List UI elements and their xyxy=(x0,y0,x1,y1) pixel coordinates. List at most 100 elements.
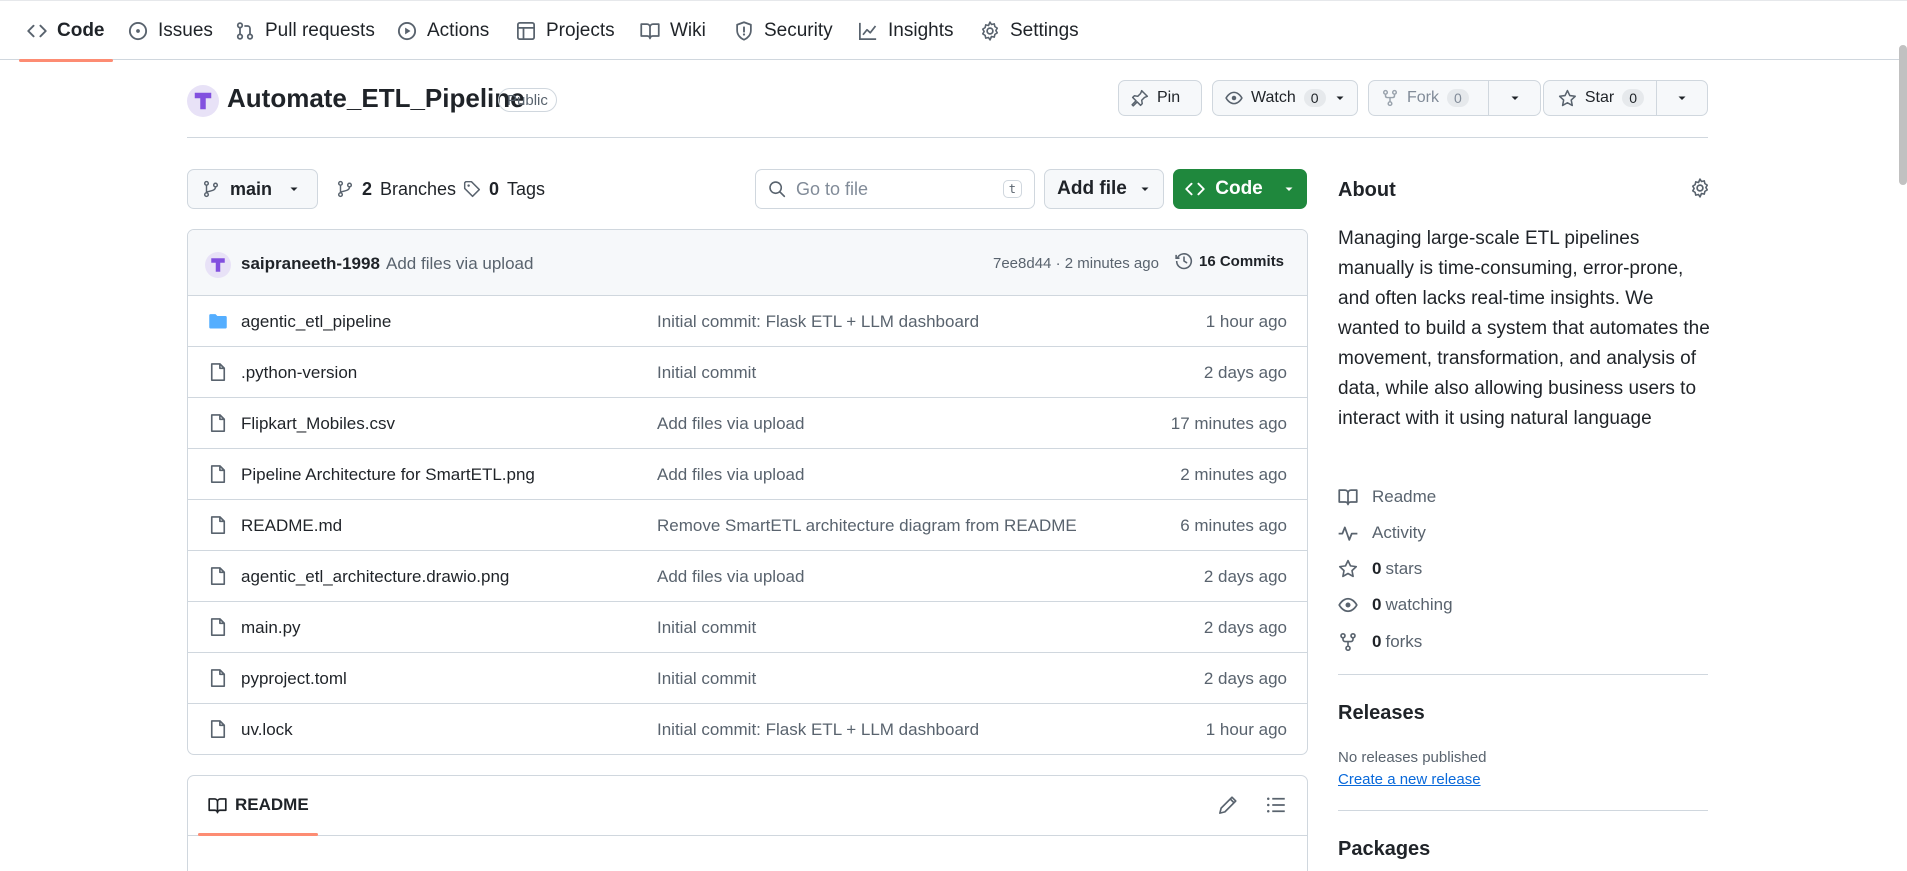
commit-author[interactable]: saipraneeth-1998 xyxy=(241,254,380,274)
forks-label: forks xyxy=(1385,632,1423,651)
tags-label: Tags xyxy=(507,178,546,199)
no-releases-text: No releases published xyxy=(1338,749,1487,766)
tab-security[interactable]: Security xyxy=(734,1,833,61)
file-commit-message[interactable]: Initial commit xyxy=(657,618,756,638)
file-name[interactable]: agentic_etl_architecture.drawio.png xyxy=(241,567,509,587)
fork-dropdown[interactable] xyxy=(1488,81,1540,115)
tab-label: Projects xyxy=(546,20,615,41)
file-name[interactable]: uv.lock xyxy=(241,720,293,740)
commit-sha-time[interactable]: 7ee8d44 · 2 minutes ago xyxy=(993,255,1159,272)
file-row: Pipeline Architecture for SmartETL.png Ad… xyxy=(188,449,1307,500)
code-label: Code xyxy=(1215,178,1263,199)
star-icon xyxy=(1338,559,1358,578)
play-icon xyxy=(397,21,417,41)
file-commit-message[interactable]: Initial commit: Flask ETL + LLM dashboar… xyxy=(657,312,979,332)
file-commit-message[interactable]: Add files via upload xyxy=(657,414,804,434)
fork-button[interactable]: Fork 0 xyxy=(1368,80,1541,116)
readme-tab-underline xyxy=(198,833,318,836)
file-row: agentic_etl_architecture.drawio.png Add f… xyxy=(188,551,1307,602)
tab-label: Wiki xyxy=(670,20,706,41)
file-commit-time: 6 minutes ago xyxy=(1180,516,1287,535)
forks-link[interactable]: 0 forks xyxy=(1338,632,1422,652)
author-avatar[interactable] xyxy=(205,252,231,278)
commits-label: 16 Commits xyxy=(1199,252,1285,270)
tab-label: Code xyxy=(57,20,105,41)
gear-icon[interactable] xyxy=(1690,178,1710,198)
chevron-down-icon xyxy=(1511,96,1519,100)
tab-insights[interactable]: Insights xyxy=(858,1,953,61)
list-icon[interactable] xyxy=(1266,795,1286,815)
forks-count: 0 xyxy=(1372,632,1382,651)
pencil-icon[interactable] xyxy=(1218,795,1238,815)
file-commit-message[interactable]: Remove SmartETL architecture diagram fro… xyxy=(657,516,1077,536)
releases-title[interactable]: Releases xyxy=(1338,702,1425,725)
file-commit-time: 1 hour ago xyxy=(1205,720,1287,739)
tab-projects[interactable]: Projects xyxy=(516,1,615,61)
activity-link[interactable]: Activity xyxy=(1338,523,1426,543)
pin-label: Pin xyxy=(1157,89,1181,106)
file-icon xyxy=(210,465,226,483)
file-commit-message[interactable]: Add files via upload xyxy=(657,465,804,485)
file-icon xyxy=(210,363,226,381)
branch-icon xyxy=(203,180,219,198)
file-name[interactable]: agentic_etl_pipeline xyxy=(241,312,391,332)
tab-label: Pull requests xyxy=(265,20,375,41)
tab-label: Insights xyxy=(888,20,954,41)
tab-issues[interactable]: Issues xyxy=(128,1,213,61)
gear-icon xyxy=(981,21,999,41)
file-icon xyxy=(210,414,226,432)
file-name[interactable]: README.md xyxy=(241,516,342,536)
packages-title[interactable]: Packages xyxy=(1338,838,1430,861)
commits-link[interactable]: 16 Commits xyxy=(1175,252,1284,270)
readme-link[interactable]: Readme xyxy=(1338,487,1436,507)
file-name[interactable]: Pipeline Architecture for SmartETL.png xyxy=(241,465,535,485)
chevron-down-icon xyxy=(1336,96,1344,100)
tab-code[interactable]: Code xyxy=(19,1,112,62)
file-icon xyxy=(210,516,226,534)
star-count: 0 xyxy=(1622,89,1644,107)
code-button[interactable]: Code xyxy=(1173,169,1307,209)
go-to-file-input[interactable]: Go to file t xyxy=(755,169,1035,209)
file-commit-time: 17 minutes ago xyxy=(1170,414,1287,433)
create-release-link[interactable]: Create a new release xyxy=(1338,771,1481,788)
tab-actions[interactable]: Actions xyxy=(397,1,489,61)
file-commit-message[interactable]: Initial commit: Flask ETL + LLM dashboar… xyxy=(657,720,979,740)
file-commit-message[interactable]: Add files via upload xyxy=(657,567,804,587)
file-name[interactable]: pyproject.toml xyxy=(241,669,347,689)
visibility-badge: Public xyxy=(498,88,557,112)
star-button[interactable]: Star 0 xyxy=(1543,80,1708,116)
file-commit-time: 1 hour ago xyxy=(1205,312,1287,331)
stars-link[interactable]: 0 stars xyxy=(1338,559,1422,579)
tab-label: Actions xyxy=(427,20,490,41)
file-name[interactable]: .python-version xyxy=(241,363,357,383)
stars-label: stars xyxy=(1385,559,1423,578)
scrollbar[interactable] xyxy=(1899,45,1907,185)
file-name[interactable]: Flipkart_Mobiles.csv xyxy=(241,414,395,434)
readme-tab[interactable]: README xyxy=(208,795,309,815)
fork-icon xyxy=(1382,89,1398,107)
search-icon xyxy=(769,181,786,198)
watching-link[interactable]: 0 watching xyxy=(1338,595,1453,615)
file-row: pyproject.toml Initial commit 2 days ago xyxy=(188,653,1307,704)
file-name[interactable]: main.py xyxy=(241,618,301,638)
tab-settings[interactable]: Settings xyxy=(980,1,1079,61)
add-file-button[interactable]: Add file xyxy=(1044,169,1164,209)
file-commit-message[interactable]: Initial commit xyxy=(657,363,756,383)
branch-selector[interactable]: main xyxy=(187,169,318,209)
repo-title[interactable]: Automate_ETL_Pipeline xyxy=(227,83,525,114)
watch-button[interactable]: Watch 0 xyxy=(1212,80,1358,116)
file-commit-message[interactable]: Initial commit xyxy=(657,669,756,689)
pin-button[interactable]: Pin xyxy=(1118,80,1202,116)
identicon-icon xyxy=(194,92,212,110)
readme-header: README xyxy=(188,776,1307,836)
tags-link[interactable]: 0 Tags xyxy=(463,169,545,209)
tab-pull-requests[interactable]: Pull requests xyxy=(235,1,375,61)
star-dropdown[interactable] xyxy=(1656,81,1707,115)
owner-avatar[interactable] xyxy=(187,85,219,117)
identicon-icon xyxy=(211,258,225,272)
tab-wiki[interactable]: Wiki xyxy=(640,1,706,61)
branches-link[interactable]: 2 Branches xyxy=(336,169,456,209)
commit-message[interactable]: Add files via upload xyxy=(386,254,533,274)
branches-count: 2 xyxy=(362,178,373,199)
branches-label: Branches xyxy=(380,178,457,199)
